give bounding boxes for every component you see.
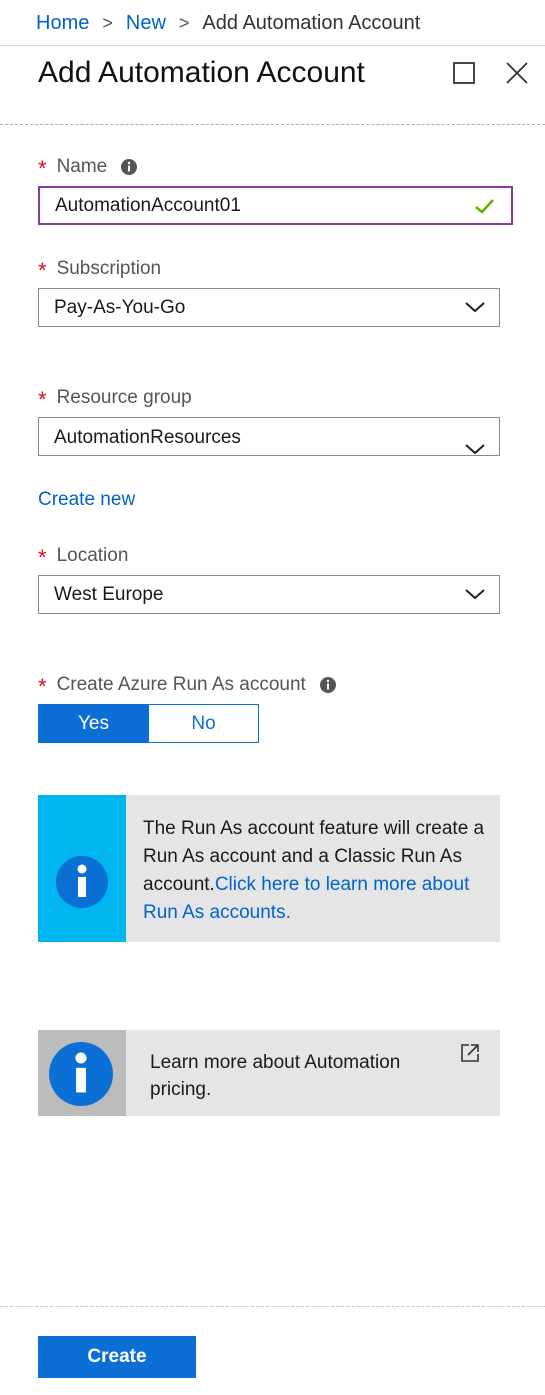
check-icon [475,199,494,214]
name-input[interactable] [38,186,513,225]
required-marker: * [38,545,47,570]
info-icon [56,856,108,908]
run-as-no-option[interactable]: No [149,704,259,743]
breadcrumb-separator: > [178,12,190,33]
pricing-info-text: Learn more about Automation pricing. [150,1052,401,1100]
pricing-info-box[interactable]: Learn more about Automation pricing. [38,1030,500,1116]
subscription-label-text: Subscription [56,258,162,279]
info-icon[interactable] [319,676,337,694]
chevron-down-icon[interactable] [464,587,486,601]
breadcrumb-new-link[interactable]: New [126,12,166,35]
run-as-label: * Create Azure Run As account [38,672,337,699]
resource-group-value: AutomationResources [54,427,241,448]
required-marker: * [38,674,47,699]
close-icon[interactable] [505,61,529,85]
breadcrumb-current: Add Automation Account [202,11,421,34]
subscription-value: Pay-As-You-Go [54,297,186,318]
breadcrumb-separator: > [102,12,113,33]
run-as-label-text: Create Azure Run As account [56,674,306,695]
run-as-yes-option[interactable]: Yes [38,704,149,743]
required-marker: * [38,258,47,283]
maximize-icon[interactable] [452,61,476,85]
run-as-info-text: The Run As account feature will create a… [143,815,488,927]
resource-group-label: * Resource group [38,385,192,412]
location-label: * Location [38,543,129,570]
create-new-link[interactable]: Create new [38,489,135,511]
breadcrumb: Home > New > Add Automation Account [36,8,420,38]
info-icon[interactable] [120,158,138,176]
info-strip [38,795,126,942]
name-label: * Name [38,154,138,181]
resource-group-label-text: Resource group [56,387,192,408]
name-label-text: Name [56,156,108,177]
page-title: Add Automation Account [38,56,365,89]
title-divider [0,124,545,125]
chevron-down-icon[interactable] [464,300,486,314]
external-link-icon[interactable] [460,1043,480,1063]
create-button[interactable]: Create [38,1336,196,1378]
required-marker: * [38,387,47,412]
run-as-info-box: The Run As account feature will create a… [38,795,500,942]
footer-divider [0,1306,545,1307]
subscription-label: * Subscription [38,256,162,283]
chevron-down-icon[interactable] [464,443,486,455]
info-icon [49,1042,113,1106]
header-divider [0,45,545,46]
info-strip [38,1030,126,1116]
location-label-text: Location [56,545,129,566]
breadcrumb-home-link[interactable]: Home [36,12,89,35]
required-marker: * [38,156,47,181]
location-value: West Europe [54,584,164,605]
